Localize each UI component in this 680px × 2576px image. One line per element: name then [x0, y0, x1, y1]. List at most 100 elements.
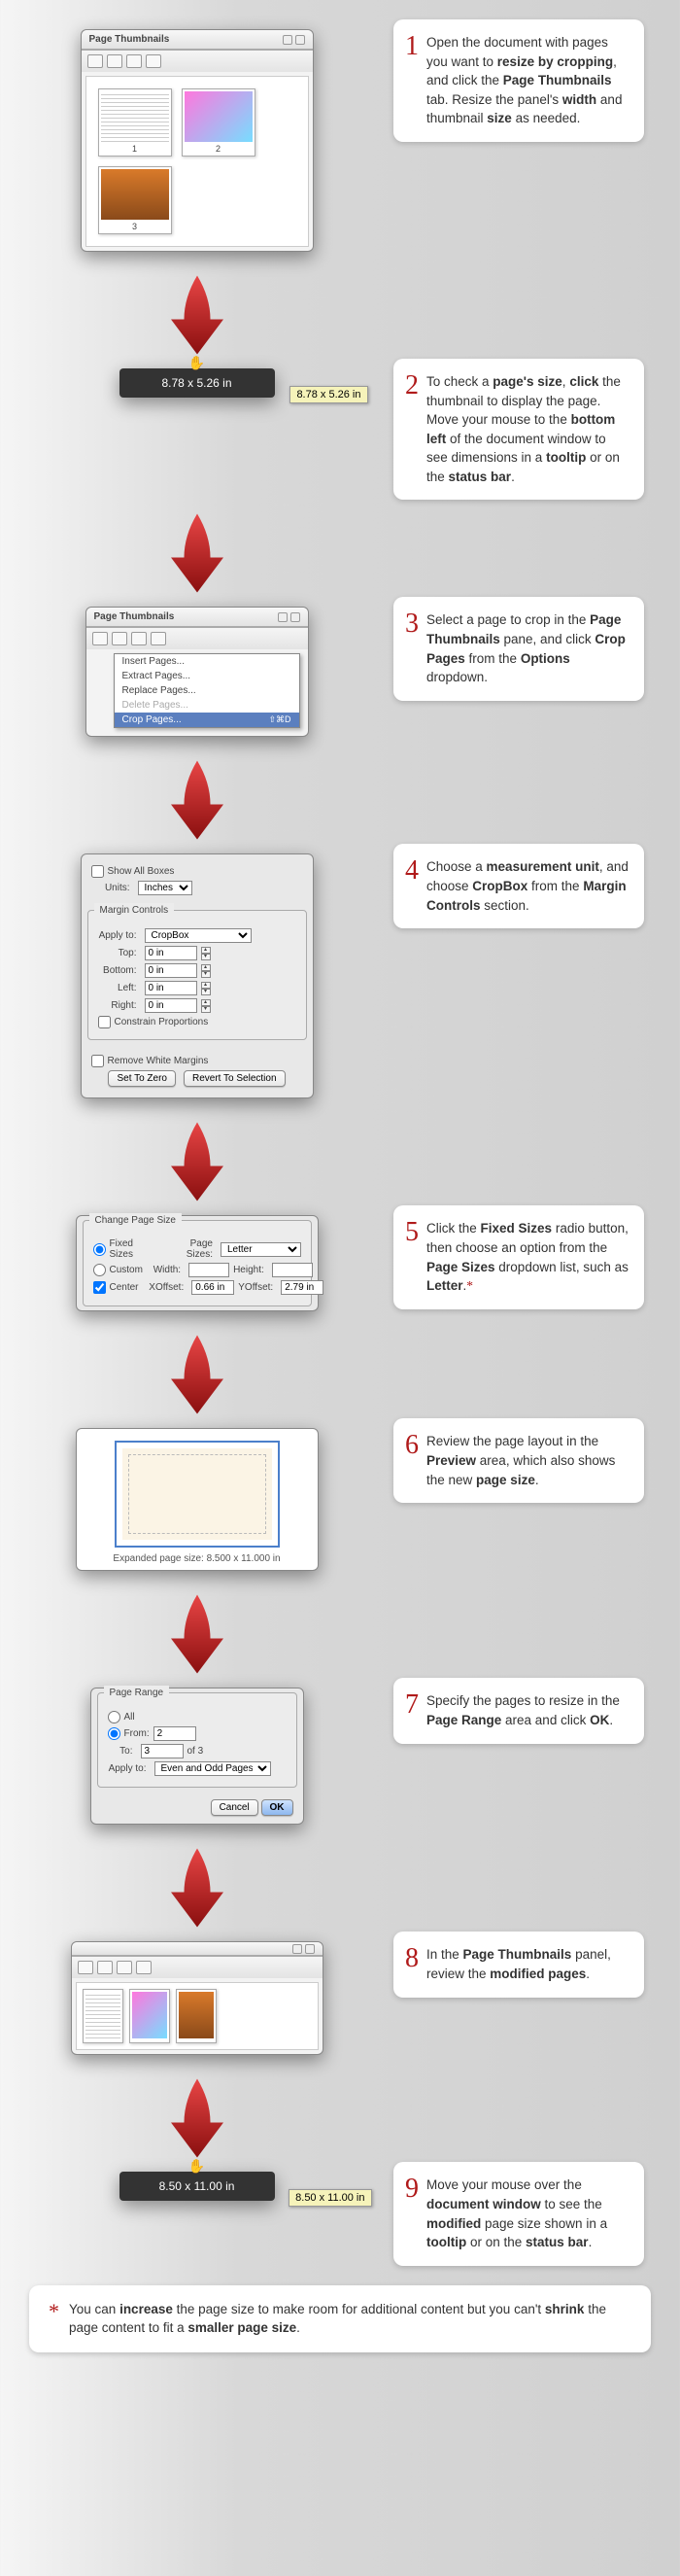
step-9-card: 9 Move your mouse over the document wind… — [393, 2162, 644, 2265]
footnote-text: You can increase the page size to make r… — [69, 2301, 631, 2338]
step-7-card: 7 Specify the pages to resize in the Pag… — [393, 1678, 644, 1743]
toolbar-icon[interactable] — [87, 54, 103, 68]
arrow — [0, 1118, 393, 1205]
step-number: 7 — [405, 1691, 419, 1729]
step-8-row: 8 In the Page Thumbnails panel, review t… — [0, 1932, 680, 2065]
toolbar-icon[interactable] — [126, 54, 142, 68]
step-8-illustration — [0, 1932, 393, 2065]
cancel-button[interactable]: Cancel — [211, 1799, 258, 1816]
height-input — [272, 1263, 313, 1277]
to-input[interactable] — [141, 1744, 184, 1758]
menu-item-crop[interactable]: Crop Pages...⇧⌘D — [115, 713, 299, 727]
preview-area: Expanded page size: 8.500 x 11.000 in — [76, 1428, 319, 1571]
toolbar-icon[interactable] — [112, 632, 127, 645]
top-input[interactable] — [145, 946, 197, 960]
page-thumbnail[interactable] — [83, 1989, 123, 2043]
page-thumbnail[interactable]: 3 — [98, 166, 172, 234]
step-5-illustration: Change Page Size Fixed Sizes Page Sizes:… — [0, 1205, 393, 1321]
menu-item-delete: Delete Pages... — [115, 698, 299, 713]
apply-to-select[interactable]: CropBox — [145, 928, 252, 943]
page-thumbnail[interactable]: 2 — [182, 88, 255, 157]
step-3-illustration: Page Thumbnails Insert Pages... Extract … — [0, 597, 393, 747]
step-number: 6 — [405, 1432, 419, 1489]
step-7-illustration: Page Range All From: To: of 3 Apply to:E… — [0, 1678, 393, 1834]
step-6-card: 6 Review the page layout in the Preview … — [393, 1418, 644, 1503]
step-number: 8 — [405, 1945, 419, 1983]
step-2-row: ✋ 8.78 x 5.26 in 8.78 x 5.26 in 2 To che… — [0, 359, 680, 500]
page-range-title: Page Range — [104, 1686, 170, 1700]
status-bar-dimension-after: ✋ 8.50 x 11.00 in — [119, 2172, 275, 2201]
panel-header — [72, 1942, 323, 1956]
window-buttons — [283, 35, 305, 45]
center-checkbox[interactable] — [93, 1281, 106, 1294]
set-to-zero-button[interactable]: Set To Zero — [108, 1070, 176, 1087]
menu-item-extract[interactable]: Extract Pages... — [115, 669, 299, 683]
options-dropdown: Insert Pages... Extract Pages... Replace… — [114, 653, 300, 728]
step-number: 1 — [405, 33, 419, 128]
panel-title: Page Thumbnails — [94, 611, 175, 622]
arrow — [0, 2074, 393, 2162]
tooltip-dimension: 8.78 x 5.26 in — [289, 386, 367, 403]
thumbnail-grid — [76, 1982, 319, 2050]
menu-item-insert[interactable]: Insert Pages... — [115, 654, 299, 669]
units-select[interactable]: Inches — [138, 881, 192, 895]
step-2-illustration: ✋ 8.78 x 5.26 in 8.78 x 5.26 in — [0, 359, 393, 407]
custom-radio[interactable] — [93, 1264, 106, 1276]
margin-controls-title: Margin Controls — [94, 903, 175, 918]
right-input[interactable] — [145, 998, 197, 1013]
step-number: 5 — [405, 1219, 419, 1295]
toolbar-icon[interactable] — [131, 632, 147, 645]
step-number: 3 — [405, 610, 419, 686]
panel-title: Page Thumbnails — [89, 34, 170, 45]
toolbar-icon[interactable] — [107, 54, 122, 68]
step-text: Click the Fixed Sizes radio button, then… — [426, 1219, 629, 1295]
page-sizes-select[interactable]: Letter — [221, 1242, 301, 1257]
tooltip-dimension-after: 8.50 x 11.00 in — [289, 2189, 371, 2207]
change-page-size-group: Change Page Size Fixed Sizes Page Sizes:… — [76, 1215, 319, 1311]
step-4-illustration: Show All Boxes Units:Inches Margin Contr… — [0, 844, 393, 1108]
constrain-checkbox[interactable] — [98, 1016, 111, 1028]
page-thumbnail[interactable] — [129, 1989, 170, 2043]
show-all-boxes-checkbox[interactable] — [91, 865, 104, 878]
crop-dialog-margin: Show All Boxes Units:Inches Margin Contr… — [81, 853, 314, 1098]
ok-button[interactable]: OK — [261, 1799, 293, 1816]
remove-white-checkbox[interactable] — [91, 1055, 104, 1067]
preview-box — [115, 1441, 280, 1548]
page-thumbnails-after — [71, 1941, 323, 2055]
page-thumbnail[interactable] — [176, 1989, 217, 2043]
fixed-sizes-radio[interactable] — [93, 1243, 106, 1256]
arrow — [0, 756, 393, 844]
page-range-group: Page Range All From: To: of 3 Apply to:E… — [90, 1688, 304, 1825]
from-radio[interactable] — [108, 1727, 120, 1740]
hand-cursor-icon: ✋ — [188, 2158, 205, 2175]
menu-item-replace[interactable]: Replace Pages... — [115, 683, 299, 698]
revert-button[interactable]: Revert To Selection — [184, 1070, 286, 1087]
step-text: Specify the pages to resize in the Page … — [426, 1691, 629, 1729]
panel-header: Page Thumbnails — [86, 608, 308, 627]
step-5-card: 5 Click the Fixed Sizes radio button, th… — [393, 1205, 644, 1308]
left-input[interactable] — [145, 981, 197, 995]
page-thumbnail[interactable]: 1 — [98, 88, 172, 157]
step-text: Open the document with pages you want to… — [426, 33, 629, 128]
panel-header: Page Thumbnails — [82, 30, 313, 50]
xoffset-input[interactable] — [191, 1280, 234, 1295]
width-input — [188, 1263, 229, 1277]
arrow — [0, 1590, 393, 1678]
from-input[interactable] — [153, 1726, 196, 1741]
step-text: Select a page to crop in the Page Thumbn… — [426, 610, 629, 686]
toolbar-icon[interactable] — [146, 54, 161, 68]
step-7-row: Page Range All From: To: of 3 Apply to:E… — [0, 1678, 680, 1834]
step-1-card: 1 Open the document with pages you want … — [393, 19, 644, 142]
apply-to-select[interactable]: Even and Odd Pages — [154, 1761, 271, 1776]
step-number: 4 — [405, 857, 419, 915]
change-page-size-title: Change Page Size — [89, 1213, 182, 1228]
toolbar-icon[interactable] — [92, 632, 108, 645]
step-3-card: 3 Select a page to crop in the Page Thum… — [393, 597, 644, 700]
step-1-illustration: Page Thumbnails 1 2 3 — [0, 19, 393, 261]
yoffset-input[interactable] — [281, 1280, 323, 1295]
step-text: Review the page layout in the Preview ar… — [426, 1432, 629, 1489]
toolbar-icon[interactable] — [151, 632, 166, 645]
all-radio[interactable] — [108, 1711, 120, 1723]
panel-toolbar — [82, 50, 313, 72]
bottom-input[interactable] — [145, 963, 197, 978]
